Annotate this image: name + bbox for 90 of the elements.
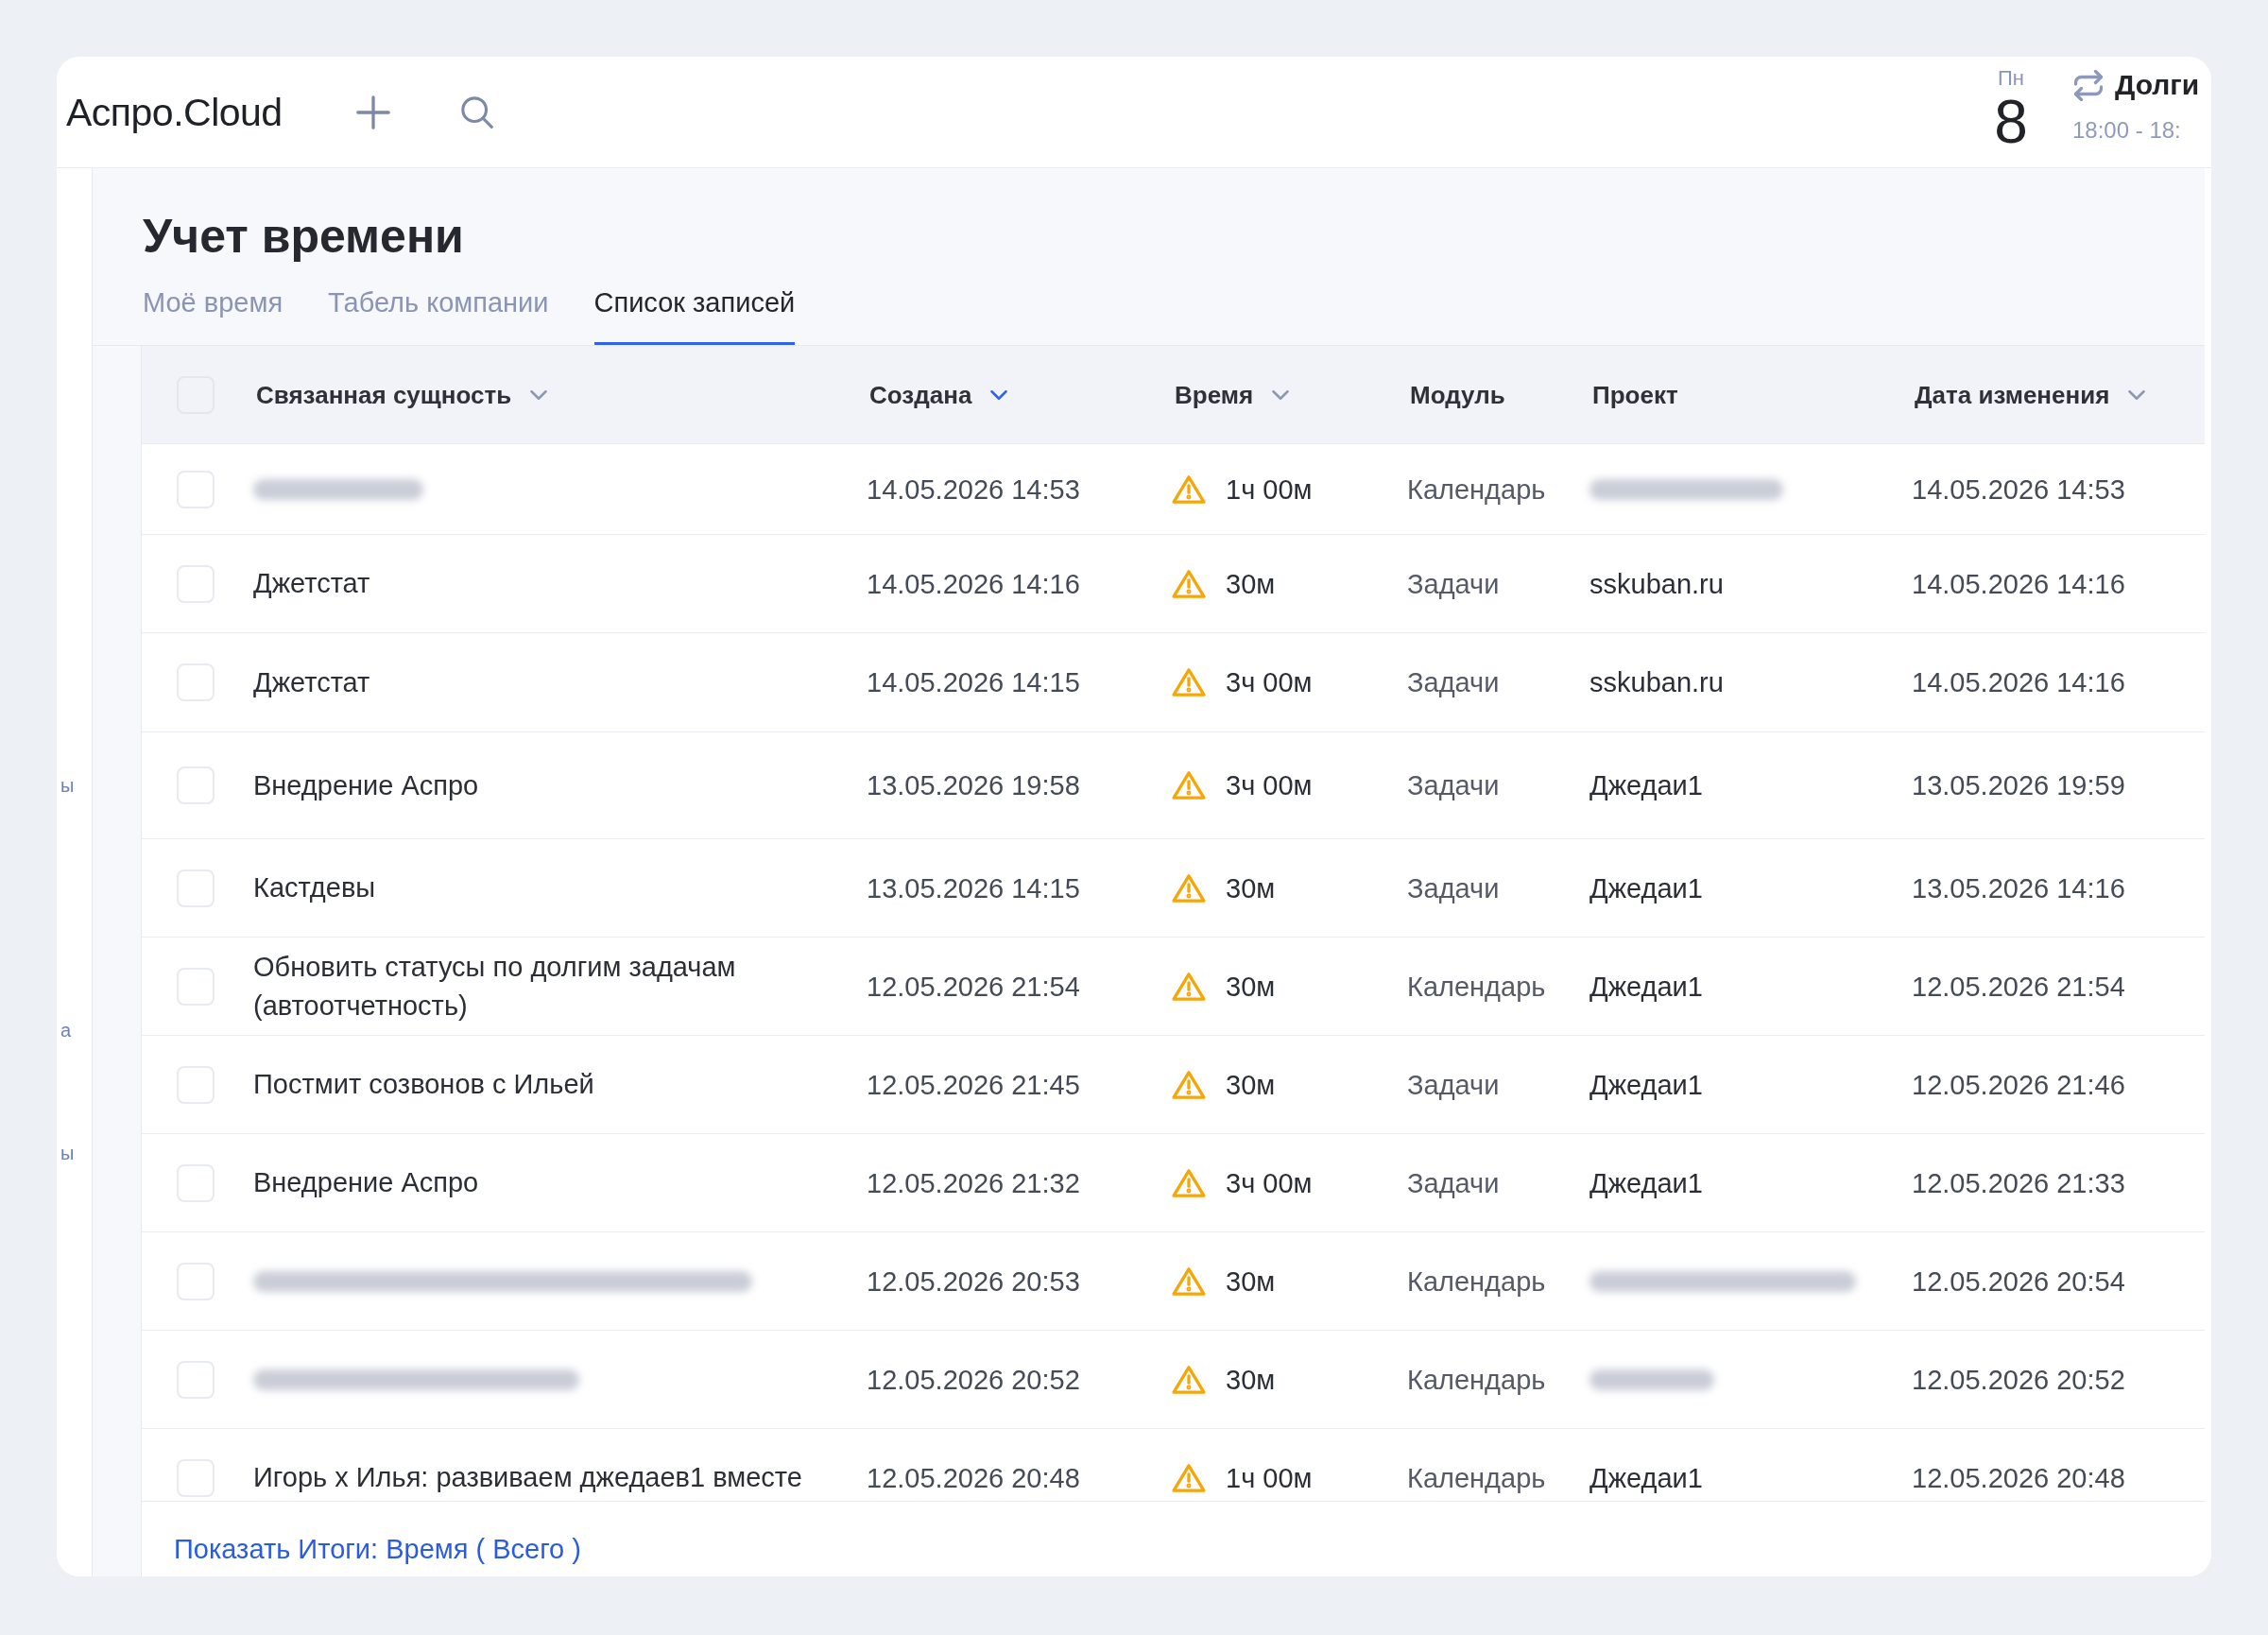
module-name: Календарь: [1407, 1265, 1546, 1299]
row-checkbox[interactable]: [177, 1262, 215, 1300]
row-checkbox[interactable]: [177, 1458, 215, 1497]
row-checkbox[interactable]: [177, 869, 215, 907]
created-date: 12.05.2026 20:53: [867, 1265, 1080, 1299]
entity-name: Внедрение Аспро: [253, 768, 479, 802]
sidebar-item[interactable]: а: [60, 1019, 72, 1041]
duration: 30м: [1226, 567, 1276, 601]
entity-name: Обновить статусы по долгим задачам (автоотчетность): [253, 950, 737, 1023]
modified-date: 12.05.2026 20:48: [1912, 1461, 2125, 1495]
duration: 1ч 00м: [1226, 1461, 1313, 1495]
modified-date: 12.05.2026 20:52: [1912, 1363, 2125, 1397]
project-name: Джедаи1: [1589, 1461, 1703, 1495]
plus-icon: [355, 95, 390, 129]
created-date: 13.05.2026 14:15: [867, 871, 1080, 905]
entity-name: Игорь х Илья: развиваем джедаев1 вместе: [253, 1461, 802, 1494]
module-name: Календарь: [1407, 1363, 1546, 1397]
modified-date: 14.05.2026 14:53: [1912, 473, 2125, 507]
duration: 3ч 00м: [1226, 666, 1313, 699]
column-header[interactable]: Дата изменения: [1915, 378, 2146, 411]
column-header[interactable]: Создана: [869, 378, 1008, 411]
sidebar-item[interactable]: ы: [60, 1142, 75, 1164]
project-name: sskuban.ru: [1589, 666, 1724, 699]
search-icon: [460, 95, 493, 129]
column-header[interactable]: Связанная сущность: [256, 378, 548, 411]
duration: 30м: [1226, 1068, 1276, 1102]
duration: 30м: [1226, 1363, 1276, 1397]
duration: 3ч 00м: [1226, 769, 1313, 802]
repeat-icon: [2074, 69, 2103, 101]
entity-name: Джетстат: [253, 567, 370, 600]
project-name: Джедаи1: [1589, 1166, 1703, 1200]
modified-date: 12.05.2026 21:46: [1912, 1068, 2125, 1102]
module-name: Задачи: [1407, 1068, 1500, 1102]
row-checkbox[interactable]: [177, 1360, 215, 1399]
module-name: Задачи: [1407, 567, 1500, 601]
row-checkbox[interactable]: [177, 766, 215, 804]
module-name: Задачи: [1407, 1166, 1500, 1200]
project-name: Джедаи1: [1589, 970, 1703, 1004]
totals-link[interactable]: Показать Итоги: Время ( Всего ): [174, 1534, 581, 1564]
sidebar-item[interactable]: ы: [60, 774, 75, 797]
created-date: 14.05.2026 14:16: [867, 567, 1080, 601]
row-checkbox[interactable]: [177, 1163, 215, 1202]
modified-date: 13.05.2026 19:59: [1912, 769, 2125, 802]
created-date: 12.05.2026 20:48: [867, 1461, 1080, 1495]
project-name: Джедаи1: [1589, 871, 1703, 905]
row-checkbox[interactable]: [177, 1065, 215, 1104]
module-name: Календарь: [1407, 970, 1546, 1004]
created-date: 13.05.2026 19:58: [867, 769, 1080, 802]
duration: 1ч 00м: [1226, 473, 1313, 507]
created-date: 14.05.2026 14:15: [867, 666, 1080, 699]
app-logo[interactable]: Аспро.Cloud: [66, 88, 283, 136]
project-name: Джедаи1: [1589, 1068, 1703, 1102]
duration: 30м: [1226, 970, 1276, 1004]
module-name: Задачи: [1407, 871, 1500, 905]
entity-name: Внедрение Аспро: [253, 1166, 479, 1199]
created-date: 14.05.2026 14:53: [867, 473, 1080, 507]
modified-date: 14.05.2026 14:16: [1912, 567, 2125, 601]
project-name: Джедаи1: [1589, 769, 1703, 802]
entity-name: Джетстат: [253, 665, 370, 699]
entity-name: Постмит созвонов с Ильей: [253, 1068, 594, 1101]
row-checkbox[interactable]: [177, 470, 215, 508]
duration: 30м: [1226, 871, 1276, 905]
modified-date: 12.05.2026 20:54: [1912, 1265, 2125, 1299]
created-date: 12.05.2026 21:54: [867, 970, 1080, 1004]
row-checkbox[interactable]: [177, 663, 215, 701]
column-header: Модуль: [1410, 379, 1505, 411]
modified-date: 14.05.2026 14:16: [1912, 666, 2125, 699]
modified-date: 12.05.2026 21:54: [1912, 970, 2125, 1004]
page-title: Учет времени: [143, 209, 464, 265]
event-time: 18:00 - 18:: [2072, 116, 2182, 145]
event-title: Долги: [2115, 68, 2200, 102]
module-name: Задачи: [1407, 769, 1500, 802]
weekday-label: Пн: [1998, 66, 2024, 91]
created-date: 12.05.2026 21:32: [867, 1166, 1080, 1200]
day-number: 8: [1994, 92, 2028, 152]
module-name: Календарь: [1407, 1461, 1546, 1495]
duration: 3ч 00м: [1226, 1166, 1313, 1200]
row-checkbox[interactable]: [177, 967, 215, 1006]
modified-date: 13.05.2026 14:16: [1912, 871, 2125, 905]
project-name: sskuban.ru: [1589, 567, 1724, 601]
module-name: Календарь: [1407, 473, 1546, 507]
column-header: Проект: [1592, 379, 1678, 411]
entity-name: Кастдевы: [253, 871, 376, 904]
created-date: 12.05.2026 20:52: [867, 1363, 1080, 1397]
column-header[interactable]: Время: [1175, 378, 1290, 411]
module-name: Задачи: [1407, 666, 1500, 699]
created-date: 12.05.2026 21:45: [867, 1068, 1080, 1102]
row-checkbox[interactable]: [177, 564, 215, 603]
modified-date: 12.05.2026 21:33: [1912, 1166, 2125, 1200]
duration: 30м: [1226, 1265, 1276, 1299]
